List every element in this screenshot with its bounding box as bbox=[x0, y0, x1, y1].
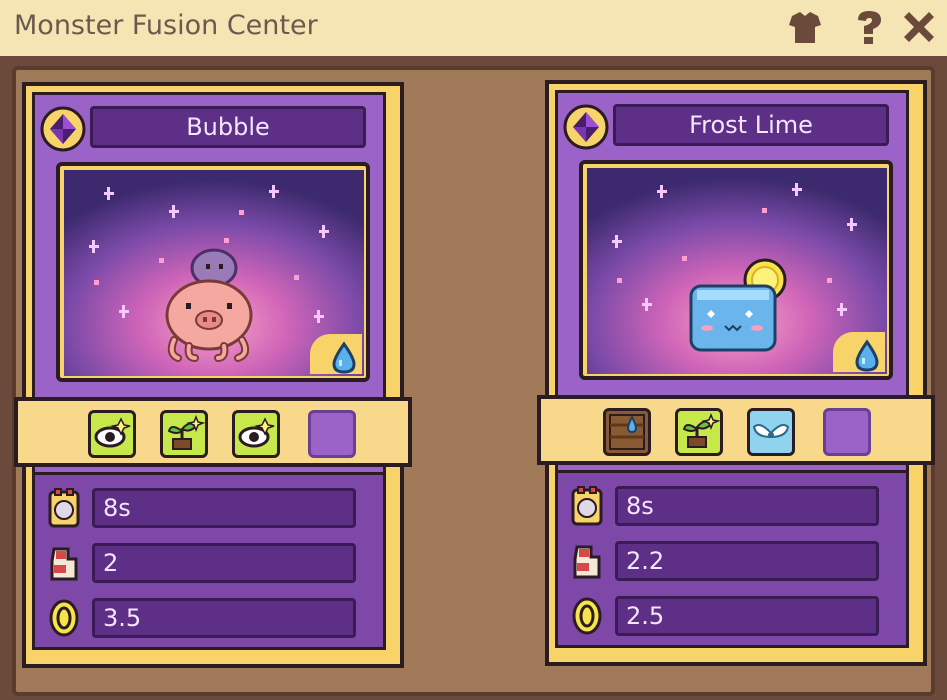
monster-card-bubble[interactable]: Bubble 8s 2 3.5 bbox=[14, 82, 412, 668]
glove-icon bbox=[569, 541, 605, 581]
empty-trait-slot[interactable] bbox=[308, 410, 356, 458]
crate-icon[interactable] bbox=[603, 408, 651, 456]
eye-icon[interactable] bbox=[232, 410, 280, 458]
timer-value: 8s bbox=[103, 494, 131, 522]
title-bar: Monster Fusion Center bbox=[0, 0, 947, 56]
water-element-icon bbox=[833, 332, 885, 372]
help-icon[interactable] bbox=[850, 8, 888, 46]
monster-portrait bbox=[579, 160, 893, 380]
stat-row-timer: 8s bbox=[46, 486, 366, 530]
shirt-icon[interactable] bbox=[786, 8, 824, 46]
glove-value: 2.2 bbox=[626, 547, 665, 575]
sprout-icon[interactable] bbox=[160, 410, 208, 458]
stat-value-bar: 2.2 bbox=[615, 541, 879, 581]
stat-row-coin: 3.5 bbox=[46, 596, 366, 640]
monster-name-plate: Bubble bbox=[90, 106, 366, 148]
monster-name: Frost Lime bbox=[689, 111, 813, 139]
close-icon[interactable] bbox=[900, 8, 938, 46]
wings-icon[interactable] bbox=[747, 408, 795, 456]
stat-value-bar: 3.5 bbox=[92, 598, 356, 638]
stat-row-coin: 2.5 bbox=[569, 594, 889, 638]
rarity-gem-icon bbox=[40, 106, 86, 152]
empty-trait-slot[interactable] bbox=[823, 408, 871, 456]
coin-icon bbox=[569, 596, 605, 636]
trait-band bbox=[537, 395, 935, 465]
monster-name-plate: Frost Lime bbox=[613, 104, 889, 146]
rarity-gem-icon bbox=[563, 104, 609, 150]
stat-row-glove: 2 bbox=[46, 541, 366, 585]
water-element-icon bbox=[310, 334, 362, 374]
stat-row-glove: 2.2 bbox=[569, 539, 889, 583]
monster-portrait bbox=[56, 162, 370, 382]
timer-icon bbox=[569, 486, 605, 526]
monster-name: Bubble bbox=[186, 113, 270, 141]
window-title: Monster Fusion Center bbox=[14, 10, 318, 41]
stat-value-bar: 2 bbox=[92, 543, 356, 583]
glove-value: 2 bbox=[103, 549, 119, 577]
timer-icon bbox=[46, 488, 82, 528]
eye-icon[interactable] bbox=[88, 410, 136, 458]
timer-value: 8s bbox=[626, 492, 654, 520]
stat-row-timer: 8s bbox=[569, 484, 889, 528]
monster-card-frost-lime[interactable]: Frost Lime 8s 2.2 2.5 bbox=[537, 80, 935, 666]
glove-icon bbox=[46, 543, 82, 583]
stat-value-bar: 8s bbox=[92, 488, 356, 528]
sprout-icon[interactable] bbox=[675, 408, 723, 456]
coin-value: 3.5 bbox=[103, 604, 142, 632]
stat-value-bar: 2.5 bbox=[615, 596, 879, 636]
coin-icon bbox=[46, 598, 82, 638]
trait-band bbox=[14, 397, 412, 467]
coin-value: 2.5 bbox=[626, 602, 665, 630]
stat-value-bar: 8s bbox=[615, 486, 879, 526]
